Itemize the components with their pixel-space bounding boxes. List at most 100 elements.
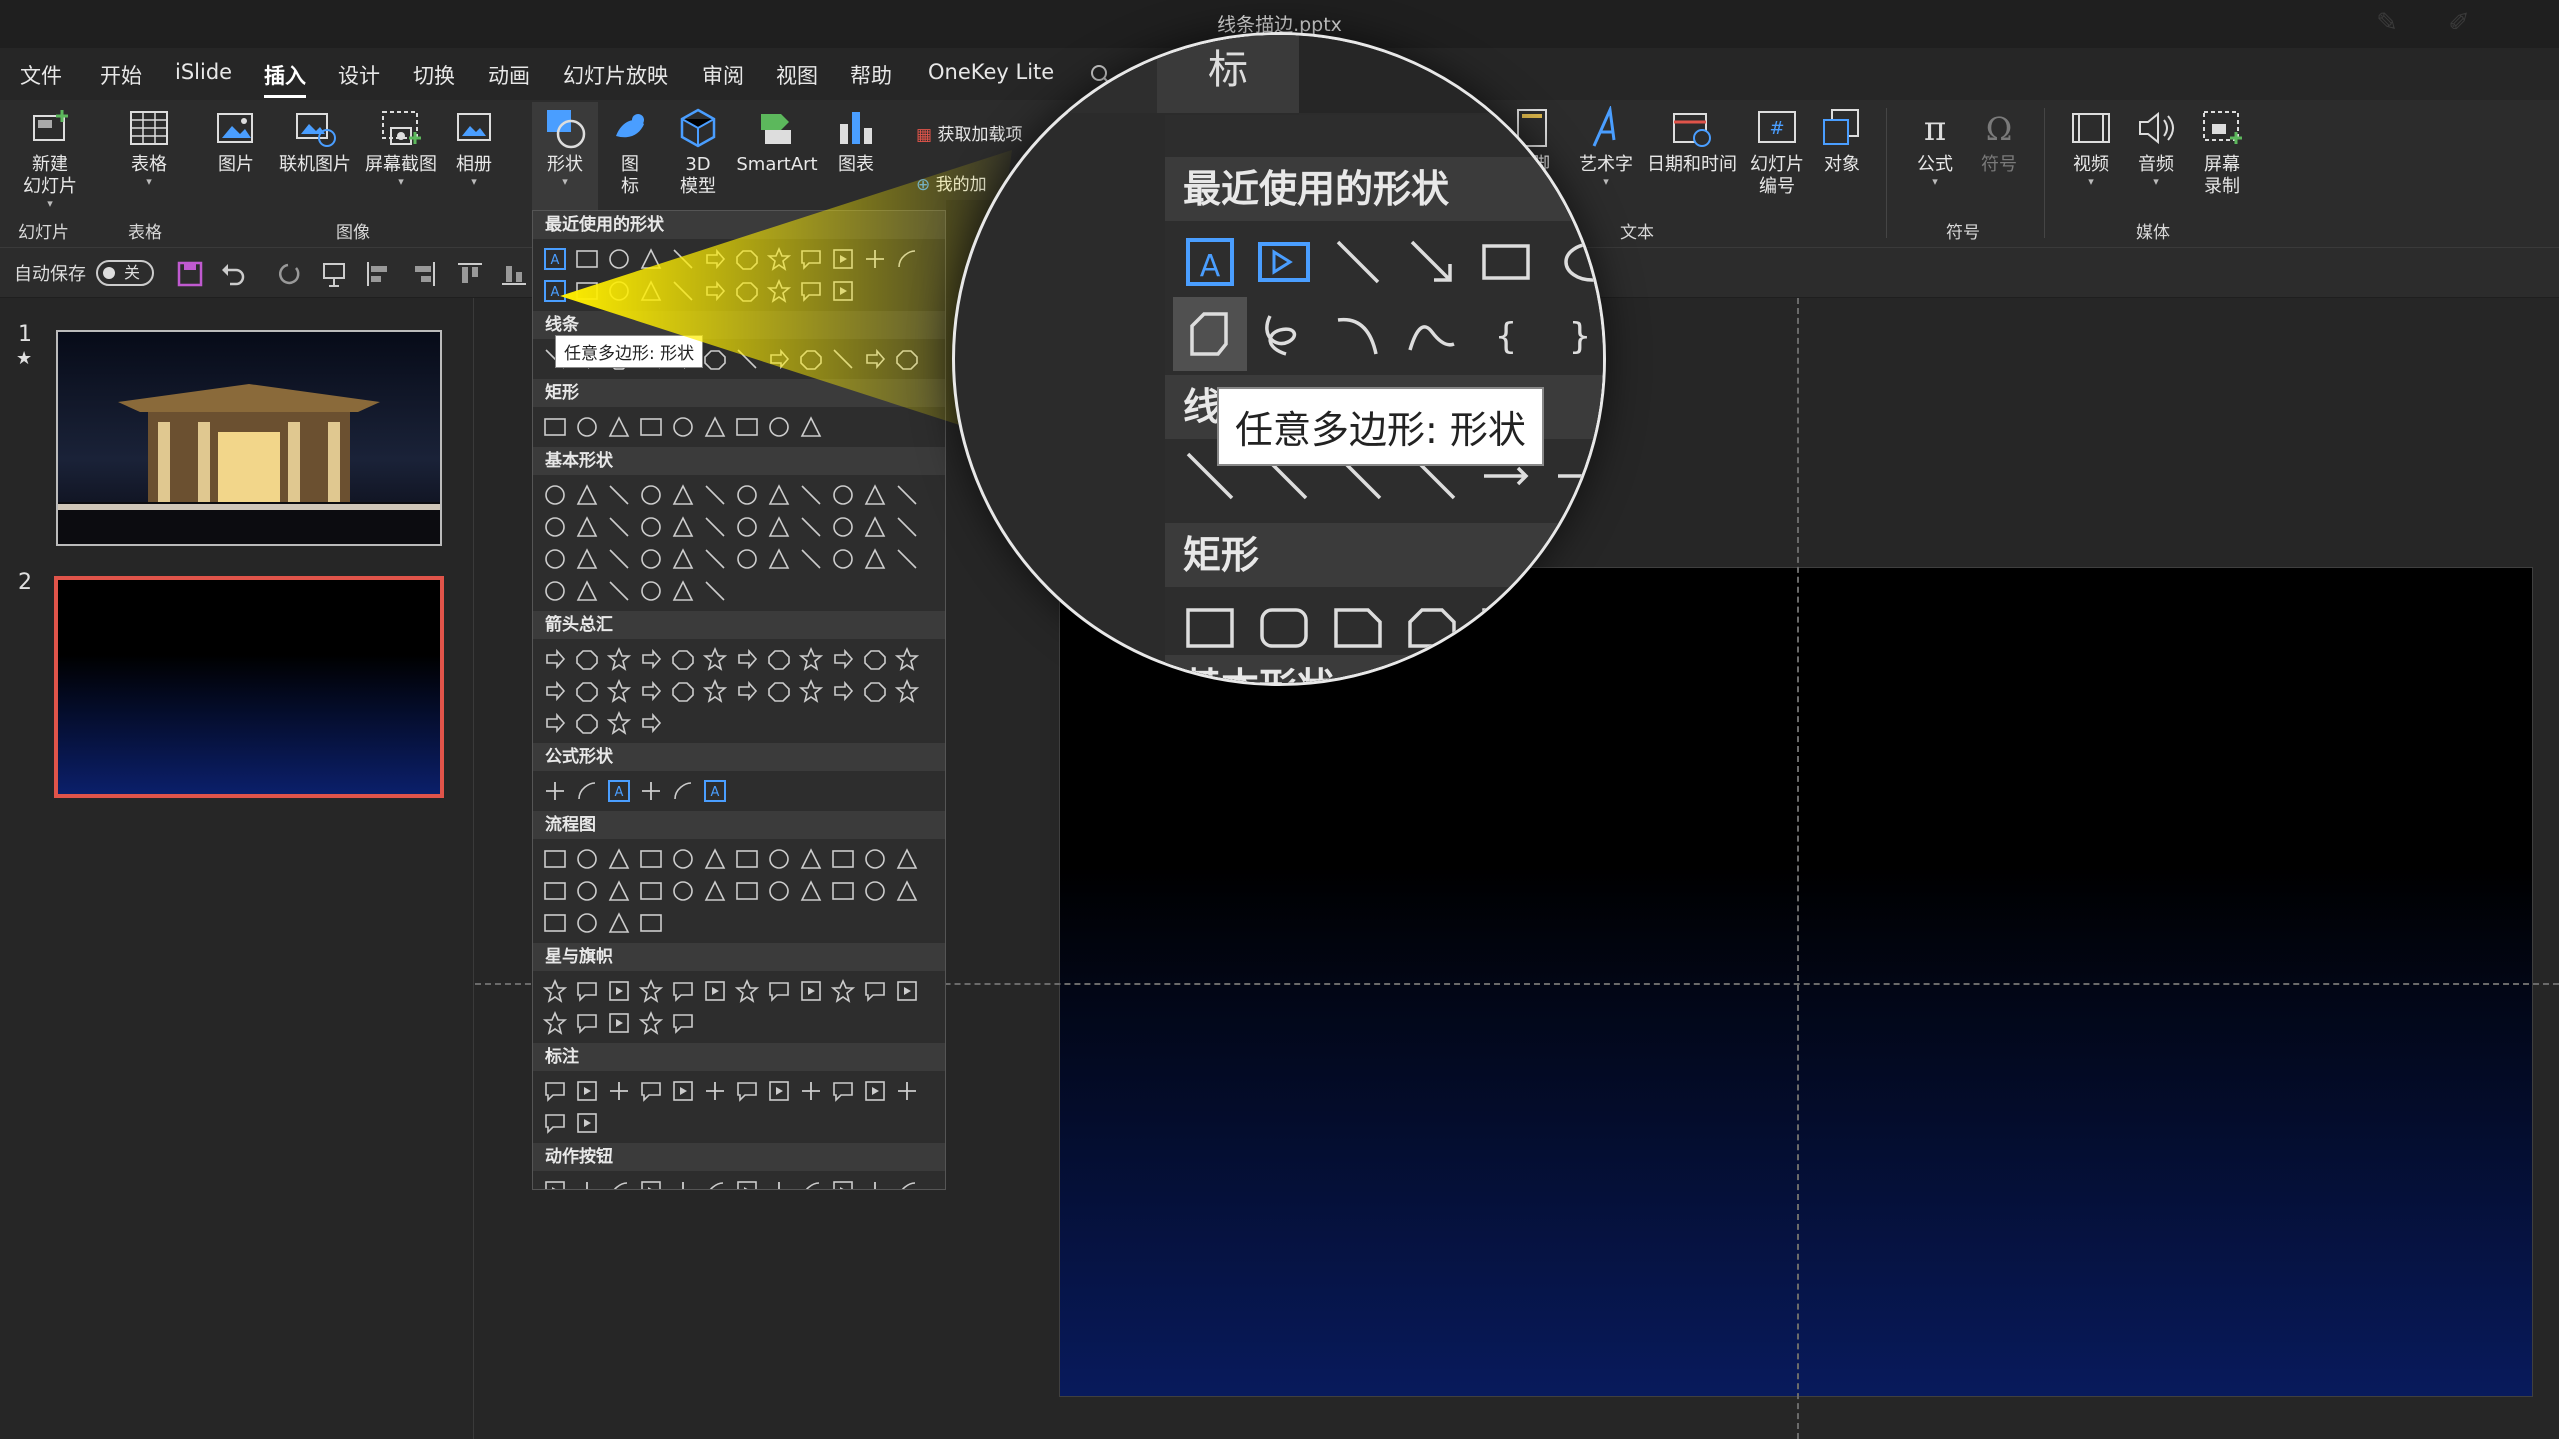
menu-review[interactable]: 审阅 — [702, 60, 744, 90]
shape-option[interactable] — [603, 907, 635, 939]
shape-option[interactable] — [891, 1175, 923, 1189]
shape-option[interactable] — [667, 1175, 699, 1189]
shape-option[interactable] — [539, 479, 571, 511]
shape-option[interactable] — [571, 543, 603, 575]
shape-option[interactable] — [827, 843, 859, 875]
shape-option[interactable] — [827, 875, 859, 907]
shape-option[interactable] — [667, 411, 699, 443]
screenshot-button[interactable]: 屏幕截图 ▾ — [358, 106, 444, 188]
shape-option[interactable] — [539, 1107, 571, 1139]
shape-option[interactable] — [763, 1075, 795, 1107]
shape-option[interactable] — [699, 975, 731, 1007]
shape-option[interactable] — [795, 411, 827, 443]
shape-option[interactable] — [635, 1075, 667, 1107]
shape-option[interactable] — [699, 411, 731, 443]
shape-option[interactable] — [603, 975, 635, 1007]
new-slide-button[interactable]: 新建 幻灯片 ▾ — [14, 106, 86, 210]
shape-option[interactable] — [859, 975, 891, 1007]
shapes-button[interactable]: 形状 ▾ — [532, 102, 598, 226]
shape-option[interactable] — [699, 243, 731, 275]
shape-option[interactable] — [795, 343, 827, 375]
menu-home[interactable]: 开始 — [100, 60, 142, 90]
menu-help[interactable]: 帮助 — [850, 60, 892, 90]
shape-option[interactable] — [699, 843, 731, 875]
shape-option[interactable] — [827, 975, 859, 1007]
shape-option[interactable] — [731, 975, 763, 1007]
shape-option[interactable] — [891, 875, 923, 907]
shape-option[interactable]: A — [539, 275, 571, 307]
shape-option[interactable] — [667, 875, 699, 907]
shape-option[interactable] — [635, 1007, 667, 1039]
shape-option[interactable] — [699, 543, 731, 575]
shape-option[interactable] — [667, 243, 699, 275]
shape-option[interactable] — [571, 243, 603, 275]
shape-option[interactable] — [699, 479, 731, 511]
shape-option[interactable] — [827, 1175, 859, 1189]
shape-option[interactable] — [571, 511, 603, 543]
shape-option[interactable] — [795, 1175, 827, 1189]
shape-option[interactable] — [699, 643, 731, 675]
shape-option[interactable] — [571, 1007, 603, 1039]
shape-option[interactable] — [667, 575, 699, 607]
icons-button[interactable]: 图 标 — [604, 106, 656, 198]
shape-option[interactable] — [827, 643, 859, 675]
shape-option[interactable] — [539, 775, 571, 807]
shape-option[interactable] — [795, 643, 827, 675]
shape-option[interactable] — [539, 875, 571, 907]
shape-option[interactable] — [571, 1107, 603, 1139]
shape-option[interactable] — [603, 675, 635, 707]
shape-option[interactable] — [635, 511, 667, 543]
shape-option[interactable] — [635, 843, 667, 875]
shape-option[interactable] — [795, 275, 827, 307]
shape-option[interactable] — [763, 411, 795, 443]
shape-option[interactable] — [571, 1075, 603, 1107]
shape-option[interactable] — [571, 479, 603, 511]
shape-option[interactable] — [667, 1007, 699, 1039]
shape-option[interactable] — [635, 975, 667, 1007]
shape-option[interactable] — [731, 411, 763, 443]
shape-option[interactable] — [667, 843, 699, 875]
shape-option[interactable] — [763, 479, 795, 511]
shape-option[interactable] — [667, 543, 699, 575]
shape-option[interactable] — [827, 543, 859, 575]
shape-option[interactable] — [731, 875, 763, 907]
shape-option[interactable] — [827, 479, 859, 511]
shape-option[interactable] — [763, 643, 795, 675]
shape-option[interactable] — [571, 1175, 603, 1189]
shape-option[interactable] — [731, 243, 763, 275]
shape-option[interactable] — [731, 1175, 763, 1189]
menu-animations[interactable]: 动画 — [488, 60, 530, 90]
shape-option[interactable] — [571, 975, 603, 1007]
shape-option[interactable] — [827, 343, 859, 375]
shape-option[interactable] — [603, 511, 635, 543]
shape-option[interactable] — [763, 975, 795, 1007]
shape-option[interactable] — [667, 643, 699, 675]
shape-option[interactable] — [603, 1007, 635, 1039]
shape-option[interactable] — [603, 575, 635, 607]
slide-thumbnail-2[interactable] — [54, 576, 444, 798]
chart-button[interactable]: 图表 — [830, 106, 882, 176]
shape-option[interactable] — [763, 275, 795, 307]
shape-option[interactable] — [667, 275, 699, 307]
3d-model-button[interactable]: 3D 模型 — [670, 106, 726, 198]
shape-option[interactable] — [539, 975, 571, 1007]
shape-option[interactable] — [603, 243, 635, 275]
shape-option[interactable] — [699, 875, 731, 907]
slide-thumbnail-1[interactable] — [56, 330, 442, 546]
shape-option[interactable] — [635, 479, 667, 511]
align-right-icon[interactable] — [410, 260, 438, 288]
shape-option[interactable] — [795, 675, 827, 707]
slide-number-button[interactable]: # 幻灯片 编号 — [1744, 106, 1810, 198]
save-icon[interactable] — [176, 260, 204, 288]
shape-option[interactable] — [731, 479, 763, 511]
shape-option[interactable] — [635, 575, 667, 607]
shape-option[interactable] — [699, 575, 731, 607]
shape-option[interactable] — [667, 479, 699, 511]
shape-option[interactable] — [859, 343, 891, 375]
shape-option[interactable] — [539, 843, 571, 875]
shape-option[interactable] — [731, 1075, 763, 1107]
shape-option[interactable] — [603, 843, 635, 875]
shape-option[interactable] — [763, 243, 795, 275]
shape-option[interactable] — [571, 643, 603, 675]
shape-option[interactable] — [795, 875, 827, 907]
